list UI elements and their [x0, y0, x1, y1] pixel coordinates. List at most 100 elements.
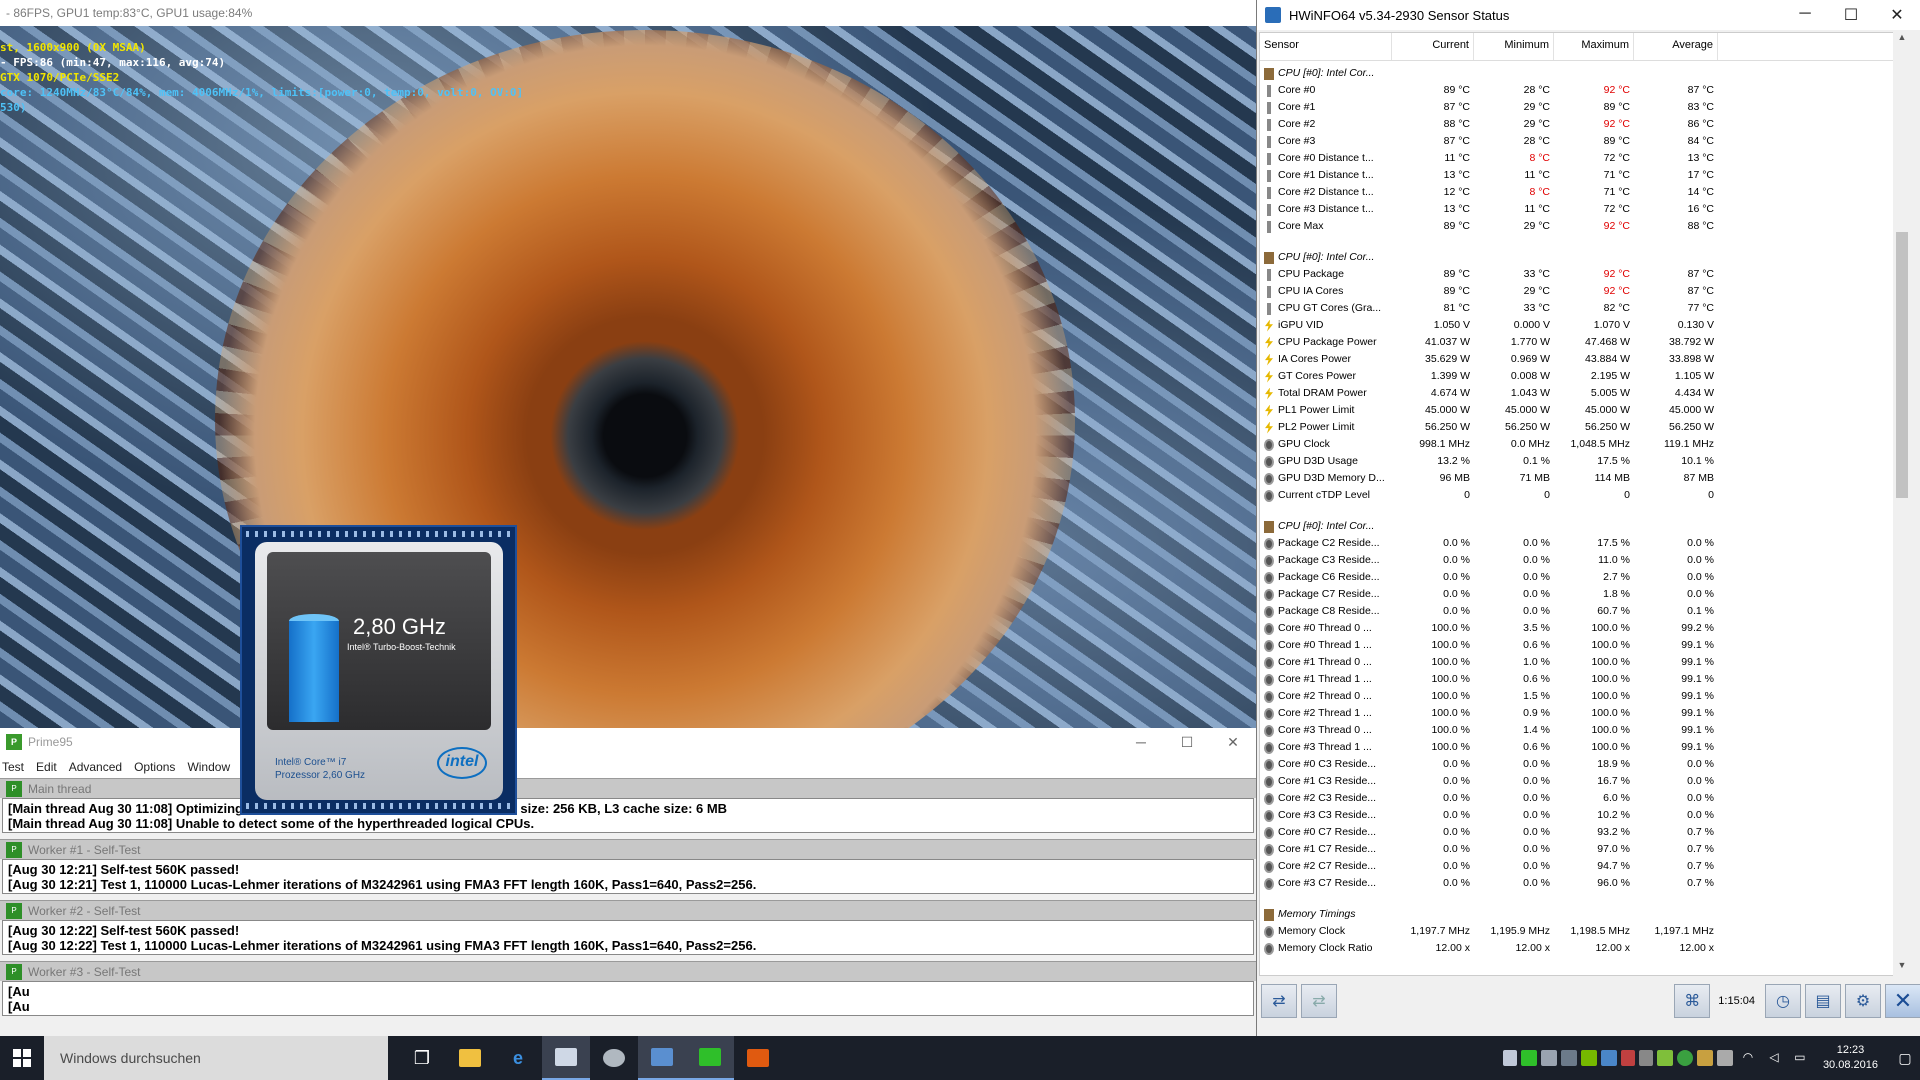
- sensor-row[interactable]: Package C7 Reside... 0.0 % 0.0 % 1.8 % 0.0 %: [1260, 586, 1894, 603]
- turbo-boost-gadget[interactable]: 2,80 GHz Intel® Turbo-Boost-Technik Inte…: [240, 525, 517, 815]
- sensor-row[interactable]: iGPU VID 1.050 V 0.000 V 1.070 V 0.130 V: [1260, 317, 1894, 334]
- sensor-row[interactable]: GPU Clock 998.1 MHz 0.0 MHz 1,048.5 MHz 119.…: [1260, 436, 1894, 453]
- task-view-icon[interactable]: ❐: [398, 1036, 446, 1080]
- menu-window[interactable]: Window: [185, 760, 240, 774]
- tray-app-icon[interactable]: [1540, 1050, 1557, 1066]
- sensor-row[interactable]: Core #2 C7 Reside... 0.0 % 0.0 % 94.7 % 0.7 …: [1260, 858, 1894, 875]
- maximize-button[interactable]: ☐: [1828, 5, 1874, 25]
- sensor-row[interactable]: IA Cores Power 35.629 W 0.969 W 43.884 W 33.…: [1260, 351, 1894, 368]
- sensor-row[interactable]: Core #1 Thread 0 ... 100.0 % 1.0 % 100.0 % 9…: [1260, 654, 1894, 671]
- keyboard-icon[interactable]: ▭: [1789, 1050, 1811, 1066]
- expand-arrows-button[interactable]: ⇄: [1301, 984, 1337, 1018]
- sensor-row[interactable]: CPU GT Cores (Gra... 81 °C 33 °C 82 °C 77 °C: [1260, 300, 1894, 317]
- minimize-button[interactable]: ─: [1782, 5, 1828, 25]
- sensor-row[interactable]: Core #1 Distance t... 13 °C 11 °C 71 °C 17 °…: [1260, 167, 1894, 184]
- edge-browser-icon[interactable]: e: [494, 1036, 542, 1080]
- sensor-row[interactable]: Core #3 Distance t... 13 °C 11 °C 72 °C 16 °…: [1260, 201, 1894, 218]
- sensor-row[interactable]: Core #0 Thread 1 ... 100.0 % 0.6 % 100.0 % 9…: [1260, 637, 1894, 654]
- tray-battery-icon[interactable]: [1716, 1050, 1733, 1066]
- thread-log-worker-1[interactable]: [Aug 30 12:21] Self-test 560K passed! [A…: [2, 859, 1254, 894]
- sensor-row[interactable]: Core #2 Thread 0 ... 100.0 % 1.5 % 100.0 % 9…: [1260, 688, 1894, 705]
- volume-icon[interactable]: ◁: [1763, 1050, 1785, 1066]
- scrollbar-thumb[interactable]: [1896, 232, 1908, 498]
- sensor-row[interactable]: Core #2 Thread 1 ... 100.0 % 0.9 % 100.0 % 9…: [1260, 705, 1894, 722]
- prime95-task-icon[interactable]: [686, 1036, 734, 1080]
- thread-title-main[interactable]: P Main thread: [0, 778, 1256, 798]
- close-button[interactable]: ✕: [1210, 734, 1256, 751]
- logging-button[interactable]: ▤: [1805, 984, 1841, 1018]
- sensor-row[interactable]: Core #1 C7 Reside... 0.0 % 0.0 % 97.0 % 0.7 …: [1260, 841, 1894, 858]
- tray-app-icon[interactable]: [1620, 1050, 1635, 1066]
- sensor-row[interactable]: Core #2 88 °C 29 °C 92 °C 86 °C: [1260, 116, 1894, 133]
- sensor-row[interactable]: Core #3 C3 Reside... 0.0 % 0.0 % 10.2 % 0.0 …: [1260, 807, 1894, 824]
- sensor-row[interactable]: Core #3 87 °C 28 °C 89 °C 84 °C: [1260, 133, 1894, 150]
- sensor-row[interactable]: Package C8 Reside... 0.0 % 0.0 % 60.7 % 0.1 …: [1260, 603, 1894, 620]
- sensor-table[interactable]: Sensor Current Minimum Maximum Average C…: [1259, 32, 1895, 976]
- thread-title-worker-2[interactable]: P Worker #2 - Self-Test: [0, 900, 1256, 920]
- sensor-row[interactable]: Core #0 Distance t... 11 °C 8 °C 72 °C 13 °C: [1260, 150, 1894, 167]
- wifi-icon[interactable]: ◠: [1737, 1050, 1759, 1066]
- thread-log-main[interactable]: [Main thread Aug 30 11:08] Optimizing fo…: [2, 798, 1254, 833]
- sensor-row[interactable]: Core #0 C7 Reside... 0.0 % 0.0 % 93.2 % 0.7 …: [1260, 824, 1894, 841]
- column-header-average[interactable]: Average: [1634, 33, 1718, 60]
- sensor-row[interactable]: Core #1 87 °C 29 °C 89 °C 83 °C: [1260, 99, 1894, 116]
- furmark-task-icon[interactable]: [734, 1036, 782, 1080]
- tray-gpu-icon[interactable]: [1520, 1050, 1537, 1066]
- sensor-row[interactable]: Package C2 Reside... 0.0 % 0.0 % 17.5 % 0.0 …: [1260, 535, 1894, 552]
- tray-app-icon[interactable]: [1676, 1050, 1693, 1066]
- sensor-group-row[interactable]: CPU [#0]: Intel Cor...: [1260, 249, 1894, 266]
- menu-test[interactable]: Test: [0, 760, 34, 774]
- thread-title-worker-1[interactable]: P Worker #1 - Self-Test: [0, 839, 1256, 859]
- sensor-row[interactable]: Core #3 C7 Reside... 0.0 % 0.0 % 96.0 % 0.7 …: [1260, 875, 1894, 892]
- exit-button[interactable]: ✕: [1885, 984, 1920, 1018]
- sensor-group-row[interactable]: CPU [#0]: Intel Cor...: [1260, 518, 1894, 535]
- scroll-down-arrow-icon[interactable]: ▼: [1893, 960, 1911, 976]
- column-header-sensor[interactable]: Sensor: [1260, 33, 1392, 60]
- thread-title-worker-3[interactable]: P Worker #3 - Self-Test: [0, 961, 1256, 981]
- sensor-row[interactable]: Current cTDP Level 0 0 0 0: [1260, 487, 1894, 504]
- tray-app-icon[interactable]: [1502, 1050, 1517, 1066]
- sensor-row[interactable]: Total DRAM Power 4.674 W 1.043 W 5.005 W 4.4…: [1260, 385, 1894, 402]
- sensor-row[interactable]: Memory Clock Ratio 12.00 x 12.00 x 12.00 x 1…: [1260, 940, 1894, 957]
- sensor-row[interactable]: PL2 Power Limit 56.250 W 56.250 W 56.250 W 5…: [1260, 419, 1894, 436]
- clock-reset-button[interactable]: ◷: [1765, 984, 1801, 1018]
- sensor-row[interactable]: Core #2 C3 Reside... 0.0 % 0.0 % 6.0 % 0.0 %: [1260, 790, 1894, 807]
- taskbar-search[interactable]: Windows durchsuchen: [44, 1036, 388, 1080]
- clock[interactable]: 12:23 30.08.2016: [1823, 1043, 1878, 1073]
- thread-log-worker-2[interactable]: [Aug 30 12:22] Self-test 560K passed! [A…: [2, 920, 1254, 955]
- sensor-group-row[interactable]: CPU [#0]: Intel Cor...: [1260, 65, 1894, 82]
- sensor-row[interactable]: GT Cores Power 1.399 W 0.008 W 2.195 W 1.105…: [1260, 368, 1894, 385]
- sensor-row[interactable]: Core #0 C3 Reside... 0.0 % 0.0 % 18.9 % 0.0 …: [1260, 756, 1894, 773]
- sensor-row[interactable]: GPU D3D Usage 13.2 % 0.1 % 17.5 % 10.1 %: [1260, 453, 1894, 470]
- collapse-arrows-button[interactable]: ⇄: [1261, 984, 1297, 1018]
- sensor-row[interactable]: CPU IA Cores 89 °C 29 °C 92 °C 87 °C: [1260, 283, 1894, 300]
- sensor-row[interactable]: CPU Package 89 °C 33 °C 92 °C 87 °C: [1260, 266, 1894, 283]
- tool-app-icon[interactable]: [590, 1036, 638, 1080]
- minimize-button[interactable]: ─: [1118, 734, 1164, 751]
- sensor-row[interactable]: Core #3 Thread 0 ... 100.0 % 1.4 % 100.0 % 9…: [1260, 722, 1894, 739]
- store-app-icon[interactable]: [542, 1036, 590, 1080]
- menu-options[interactable]: Options: [132, 760, 185, 774]
- tray-nvidia-icon[interactable]: [1580, 1050, 1597, 1066]
- tray-monitor-icon[interactable]: [1560, 1050, 1577, 1066]
- start-button[interactable]: [0, 1036, 44, 1080]
- network-button[interactable]: ⌘: [1674, 984, 1711, 1018]
- tray-app-icon[interactable]: [1656, 1050, 1673, 1066]
- notification-center-icon[interactable]: ▢: [1890, 1050, 1920, 1067]
- sensor-row[interactable]: Core #3 Thread 1 ... 100.0 % 0.6 % 100.0 % 9…: [1260, 739, 1894, 756]
- sensor-row[interactable]: Core #2 Distance t... 12 °C 8 °C 71 °C 14 °C: [1260, 184, 1894, 201]
- file-explorer-icon[interactable]: [446, 1036, 494, 1080]
- close-button[interactable]: ✕: [1874, 5, 1920, 25]
- sensor-row[interactable]: Core Max 89 °C 29 °C 92 °C 88 °C: [1260, 218, 1894, 235]
- sensor-row[interactable]: Core #1 Thread 1 ... 100.0 % 0.6 % 100.0 % 9…: [1260, 671, 1894, 688]
- prime95-titlebar[interactable]: P Prime95 ─ ☐ ✕: [0, 728, 1256, 756]
- menu-advanced[interactable]: Advanced: [67, 760, 132, 774]
- column-header-minimum[interactable]: Minimum: [1474, 33, 1554, 60]
- column-header-maximum[interactable]: Maximum: [1554, 33, 1634, 60]
- maximize-button[interactable]: ☐: [1164, 734, 1210, 751]
- hwinfo-task-icon[interactable]: [638, 1036, 686, 1080]
- sensor-row[interactable]: Memory Clock 1,197.7 MHz 1,195.9 MHz 1,198.…: [1260, 923, 1894, 940]
- menu-edit[interactable]: Edit: [34, 760, 67, 774]
- sensor-row[interactable]: Core #0 89 °C 28 °C 92 °C 87 °C: [1260, 82, 1894, 99]
- sensor-row[interactable]: GPU D3D Memory D... 96 MB 71 MB 114 MB 87 MB: [1260, 470, 1894, 487]
